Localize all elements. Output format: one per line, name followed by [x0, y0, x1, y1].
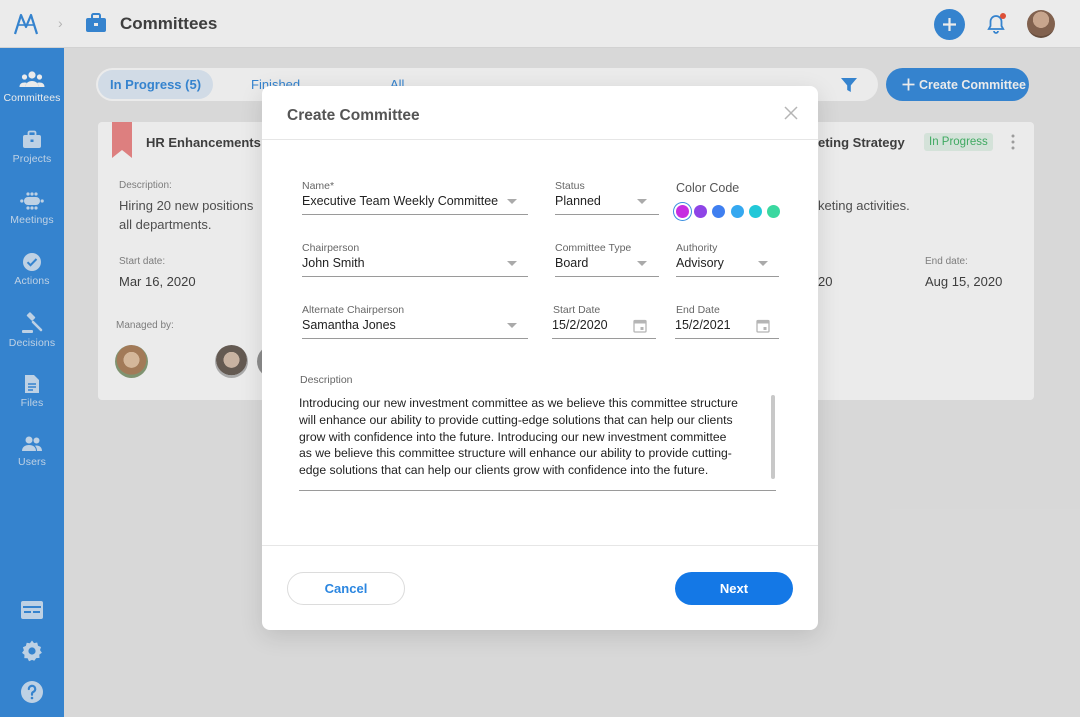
- end-date-field[interactable]: 15/2/2021: [675, 316, 779, 339]
- status-select[interactable]: Planned: [555, 192, 659, 215]
- description-textarea[interactable]: Introducing our new investment committee…: [299, 393, 776, 491]
- name-field[interactable]: Executive Team Weekly Committee: [302, 192, 528, 215]
- description-text: Introducing our new investment committee…: [299, 396, 738, 478]
- divider: [262, 139, 818, 140]
- close-icon[interactable]: [784, 106, 798, 120]
- chevron-down-icon: [758, 261, 768, 266]
- authority-select[interactable]: Advisory: [676, 254, 779, 277]
- alternate-chairperson-label: Alternate Chairperson: [302, 304, 405, 316]
- divider: [262, 545, 818, 546]
- color-swatch[interactable]: [767, 205, 780, 218]
- chevron-down-icon: [507, 261, 517, 266]
- color-swatch[interactable]: [730, 205, 744, 218]
- next-button[interactable]: Next: [675, 572, 793, 605]
- calendar-icon[interactable]: [756, 318, 770, 333]
- create-committee-dialog: Create Committee Name* Executive Team We…: [262, 86, 818, 630]
- color-swatch[interactable]: [694, 205, 708, 218]
- alternate-chairperson-select[interactable]: Samantha Jones: [302, 316, 528, 339]
- start-date-field[interactable]: 15/2/2020: [552, 316, 656, 339]
- status-label: Status: [555, 180, 585, 192]
- authority-label: Authority: [676, 242, 718, 254]
- name-label: Name*: [302, 180, 335, 192]
- committee-type-label: Committee Type: [555, 242, 632, 254]
- cancel-button[interactable]: Cancel: [287, 572, 405, 605]
- chevron-down-icon: [637, 199, 647, 204]
- chevron-down-icon: [637, 261, 647, 266]
- scrollbar[interactable]: [771, 395, 775, 479]
- description-label: Description: [300, 374, 353, 386]
- chairperson-label: Chairperson: [302, 242, 360, 254]
- dialog-title: Create Committee: [287, 107, 420, 124]
- calendar-icon[interactable]: [633, 318, 647, 333]
- committee-type-select[interactable]: Board: [555, 254, 659, 277]
- chevron-down-icon: [507, 199, 517, 204]
- color-swatch[interactable]: [748, 205, 762, 218]
- color-swatch[interactable]: [676, 205, 689, 218]
- color-code-label: Color Code: [676, 181, 740, 195]
- end-date-label: End Date: [676, 304, 720, 316]
- chevron-down-icon: [507, 323, 517, 328]
- start-date-label: Start Date: [553, 304, 601, 316]
- chairperson-select[interactable]: John Smith: [302, 254, 528, 277]
- color-swatch[interactable]: [712, 205, 726, 218]
